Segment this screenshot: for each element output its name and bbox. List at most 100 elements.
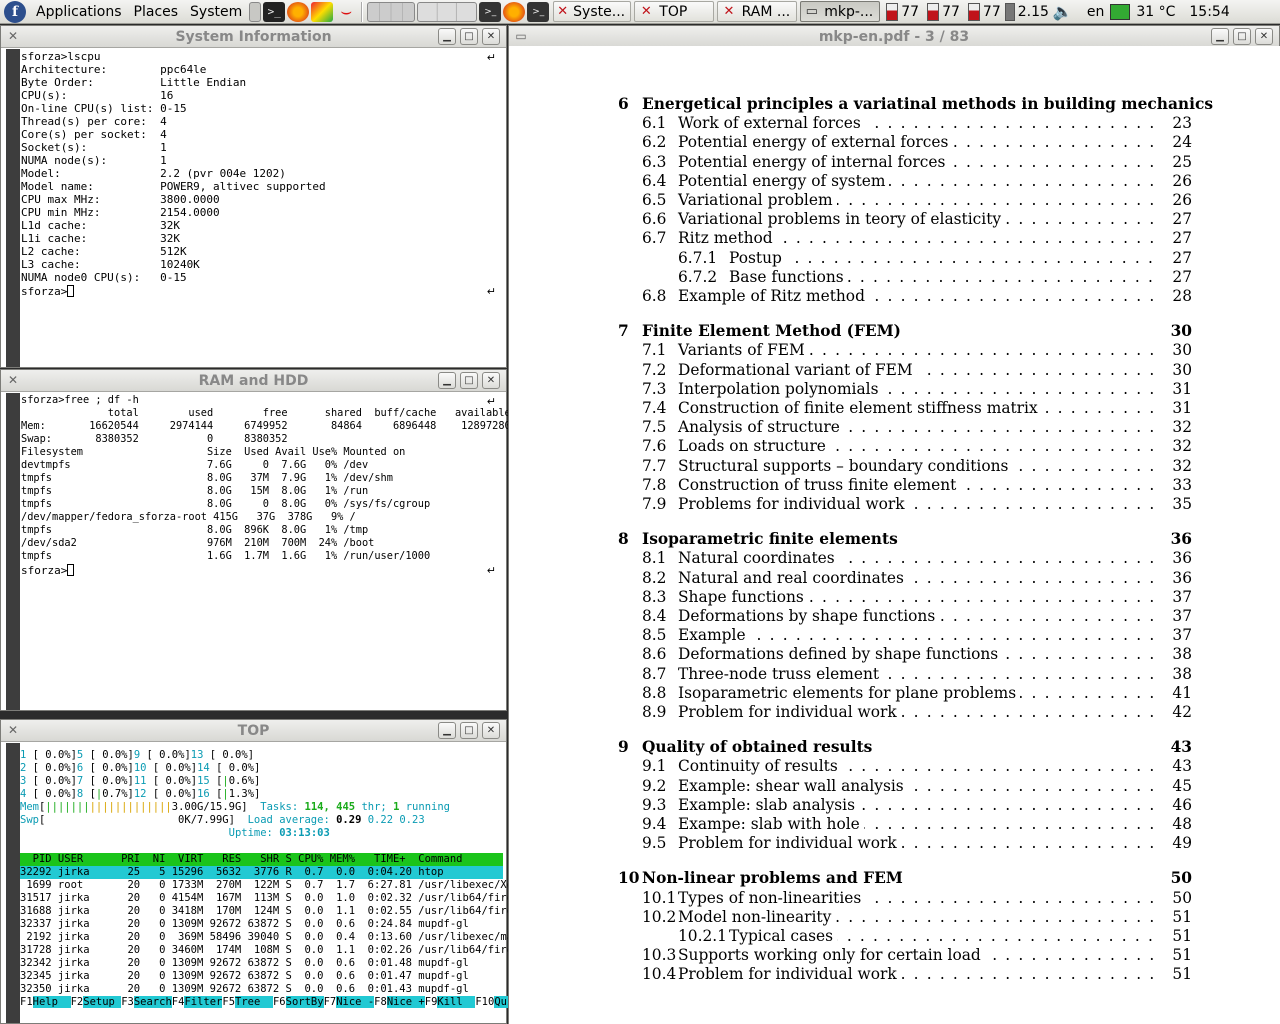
workspace-switcher-icon[interactable] (367, 1, 416, 22)
toc-entry[interactable]: 10.2 Model non-linearity.................… (509, 907, 1280, 927)
terminal-area[interactable]: sforza>free ; df -h total used free shar… (6, 393, 511, 710)
clock[interactable]: 15:54 (1189, 4, 1229, 20)
close-button[interactable]: ✕ (482, 28, 500, 45)
scroll-arrow-icon[interactable]: ↵ (487, 564, 496, 577)
fkey-f5[interactable]: F5Tree (222, 996, 273, 1009)
toc-chapter[interactable]: 6 Energetical principles a variatinal met… (509, 95, 1280, 114)
htop-view[interactable]: 1 [ 0.0%]5 [ 0.0%]9 [ 0.0%]13 [ 0.0%] 2 [… (20, 743, 526, 1023)
toc-entry[interactable]: 8.9 Problem for individual work..........… (509, 703, 1280, 722)
maximize-button[interactable]: □ (460, 28, 478, 45)
files-launcher-icon[interactable] (249, 1, 262, 22)
minimize-button[interactable]: ▁ (438, 372, 456, 389)
toc-entry[interactable]: 9.4 Exampe: slab with hole..............… (509, 815, 1280, 834)
toc-entry[interactable]: 6.8 Example of Ritz method...............… (509, 287, 1280, 306)
toc-entry[interactable]: 8.7 Three-node truss element.............… (509, 664, 1280, 684)
toc-entry[interactable]: 8.6 Deformations defined by shape functio… (509, 645, 1280, 664)
toc-chapter[interactable]: 10 Non-linear problems and FEM 50 (509, 869, 1280, 888)
fkey-f4[interactable]: F4Filter (172, 996, 223, 1009)
fedora-logo-icon[interactable]: f (4, 0, 26, 23)
minimize-button[interactable]: ▁ (1211, 28, 1229, 45)
toc-entry[interactable]: 6.4 Potential energy of system...........… (509, 171, 1280, 191)
cpu-monitor-icon[interactable] (886, 2, 899, 21)
pdf-page[interactable]: 6 Energetical principles a variatinal met… (509, 46, 1280, 1024)
maximize-button[interactable]: □ (460, 722, 478, 739)
maximize-button[interactable]: □ (1233, 28, 1251, 45)
fkey-f9[interactable]: F9Kill (425, 996, 476, 1009)
maximize-button[interactable]: □ (460, 372, 478, 389)
toc-entry[interactable]: 7.9 Problems for individual work.........… (509, 495, 1280, 514)
fkey-f3[interactable]: F3Search (121, 996, 172, 1009)
terminal-launcher-icon[interactable]: >_ (263, 1, 286, 22)
minimize-button[interactable]: ▁ (438, 722, 456, 739)
terminal-area[interactable]: sforza>lscpu Architecture: ppc64le Byte … (6, 49, 506, 367)
scroll-arrow-icon[interactable]: ↵ (487, 395, 496, 408)
task-mkp-pdf[interactable]: ▭ mkp-... (800, 1, 881, 22)
toc-entry[interactable]: 9.2 Example: shear wall analysis........… (509, 776, 1280, 796)
toc-entry[interactable]: 9.3 Example: slab analysis..............… (509, 795, 1280, 815)
toc-chapter[interactable]: 8 Isoparametric finite elements 36 (509, 530, 1280, 549)
volume-icon[interactable]: 🔈 (1053, 2, 1073, 21)
toc-entry[interactable]: 10.3 Supports working only for certain lo… (509, 946, 1280, 965)
office-launcher-icon[interactable] (311, 1, 334, 22)
close-button[interactable]: ✕ (1255, 28, 1273, 45)
titlebar[interactable]: ✕ RAM and HDD ▁ □ ✕ (1, 370, 506, 392)
table-row[interactable]: 32292 jirka 25 5 15296 5632 3776 R 0.7 0… (20, 866, 503, 879)
terminal-scrollbar[interactable] (6, 743, 20, 1023)
toc-chapter[interactable]: 7 Finite Element Method (FEM) 30 (509, 322, 1280, 341)
scroll-arrow-icon[interactable]: ↵ (487, 285, 496, 298)
task-system-info[interactable]: ✕ Syste... (553, 1, 632, 22)
toc-entry[interactable]: 7.6 Loads on structure...................… (509, 437, 1280, 456)
toc-entry[interactable]: 7.7 Structural supports – boundary condit… (509, 456, 1280, 476)
toc-entry[interactable]: 6.6 Variational problems in teory of elas… (509, 210, 1280, 229)
menu-applications[interactable]: Applications (30, 0, 128, 24)
fkey-f1[interactable]: F1Help (20, 996, 71, 1009)
monitor-launcher-icon[interactable]: ⌣ (335, 1, 357, 22)
fkey-f2[interactable]: F2Setup (71, 996, 122, 1009)
toc-entry[interactable]: 8.1 Natural coordinates..................… (509, 549, 1280, 568)
toc-entry[interactable]: 8.2 Natural and real coordinates.........… (509, 568, 1280, 588)
toc-entry[interactable]: 7.3 Interpolation polynomials............… (509, 379, 1280, 399)
terminal-small-icon-2[interactable]: >_ (527, 1, 550, 22)
terminal-small-icon[interactable]: >_ (479, 1, 502, 22)
cpu-monitor-icon[interactable] (967, 2, 980, 21)
titlebar[interactable]: ✕ TOP ▁ □ ✕ (1, 720, 506, 742)
toc-entry[interactable]: 6.1 Work of external forces..............… (509, 114, 1280, 133)
fkey-f6[interactable]: F6SortBy (273, 996, 324, 1009)
titlebar[interactable]: ▭ mkp-en.pdf - 3 / 83 ▁ □ ✕ (509, 26, 1279, 48)
toc-entry[interactable]: 10.4 Problem for individual work.........… (509, 965, 1280, 984)
toc-entry[interactable]: 8.5 Example..............................… (509, 626, 1280, 645)
window-list-icon[interactable] (417, 1, 478, 22)
toc-entry[interactable]: 7.8Construction of truss finite element.… (509, 475, 1280, 495)
toc-entry[interactable]: 6.7.2 Base functions.....................… (509, 267, 1280, 287)
scroll-arrow-icon[interactable]: ↵ (487, 51, 496, 64)
weather-temp[interactable]: 31 °C (1136, 4, 1175, 20)
battery-icon[interactable] (1004, 2, 1015, 21)
menu-system[interactable]: System (184, 0, 248, 24)
minimize-button[interactable]: ▁ (438, 28, 456, 45)
toc-entry[interactable]: 7.1 Variants of FEM......................… (509, 341, 1280, 360)
fkey-f7[interactable]: F7Nice - (324, 996, 375, 1009)
toc-entry[interactable]: 8.4Deformations by shape functions......… (509, 607, 1280, 626)
keyboard-layout[interactable]: en (1087, 4, 1105, 20)
toc-chapter[interactable]: 9 Quality of obtained results 43 (509, 738, 1280, 757)
toc-entry[interactable]: 10.1 Types of non-linearities............… (509, 888, 1280, 908)
close-button[interactable]: ✕ (482, 722, 500, 739)
toc-entry[interactable]: 10.2.1 Typical cases.....................… (509, 927, 1280, 946)
cpu-monitor-icon[interactable] (927, 2, 940, 21)
task-ram-hdd[interactable]: ✕ RAM ... (717, 1, 798, 22)
toc-entry[interactable]: 6.3Potential energy of internal forces..… (509, 152, 1280, 172)
fkey-f8[interactable]: F8Nice + (374, 996, 425, 1009)
toc-entry[interactable]: 7.2 Deformational variant of FEM.........… (509, 360, 1280, 380)
toc-entry[interactable]: 8.8 Isoparametric elements for plane prob… (509, 683, 1280, 703)
toc-entry[interactable]: 7.5 Analysis of structure................… (509, 418, 1280, 437)
toc-entry[interactable]: 6.5 Variational problem..................… (509, 191, 1280, 210)
toc-entry[interactable]: 9.1 Continuity of results................… (509, 757, 1280, 776)
toc-entry[interactable]: 6.7.1 Postup.............................… (509, 248, 1280, 268)
titlebar[interactable]: ✕ System Information ▁ □ ✕ (1, 26, 506, 48)
network-icon[interactable] (1110, 3, 1131, 20)
firefox-small-icon[interactable] (503, 1, 526, 22)
toc-entry[interactable]: 8.3 Shape functions......................… (509, 587, 1280, 607)
toc-entry[interactable]: 9.5 Problem for individual work..........… (509, 834, 1280, 853)
close-button[interactable]: ✕ (482, 372, 500, 389)
task-top[interactable]: ✕ TOP (634, 1, 715, 22)
